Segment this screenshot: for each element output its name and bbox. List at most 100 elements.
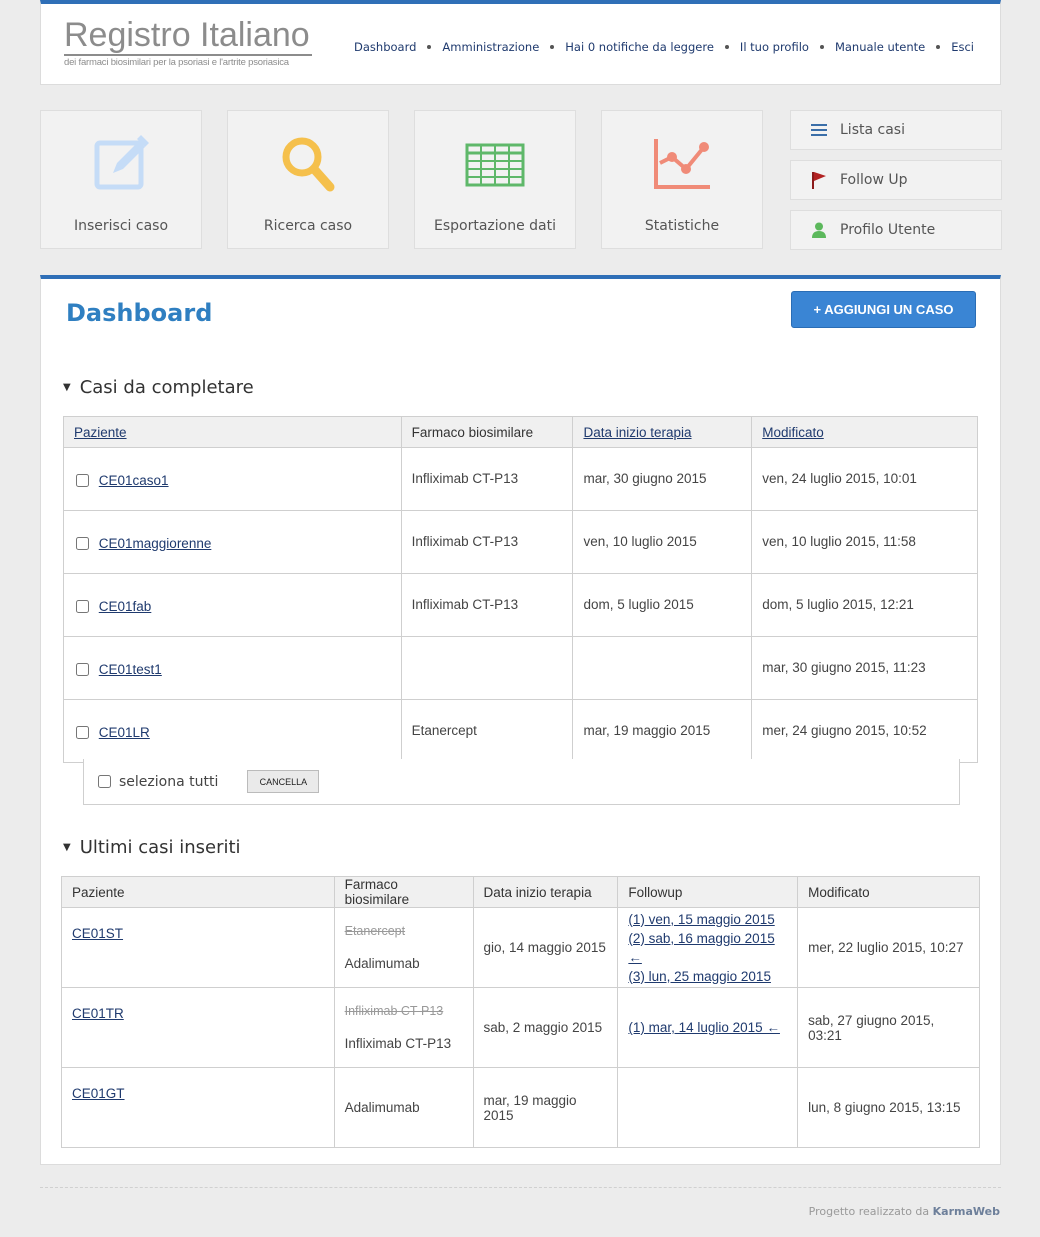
drug-cell: Etanercept [400,699,574,763]
lista-casi-button[interactable]: Lista casi [790,110,1002,150]
lista-casi-label: Lista casi [840,122,905,138]
patient-cell: CE01test1 [63,636,402,700]
patient-link[interactable]: CE01TR [72,1006,124,1021]
followup-link[interactable]: (3) lun, 25 maggio 2015 [628,967,787,986]
tile-label: Statistiche [644,218,720,234]
start-date-cell: gio, 14 maggio 2015 [472,907,619,988]
followup-link[interactable]: (2) sab, 16 maggio 2015 ← [628,929,787,967]
tile-esportazione-dati[interactable]: Esportazione dati [414,110,576,249]
patient-link[interactable]: CE01LR [99,725,150,740]
column-header-followup: Followup [617,876,799,908]
nav-separator [550,45,555,49]
select-all-checkbox[interactable] [98,775,111,788]
previous-drug: Etanercept [344,924,406,938]
start-date-cell: ven, 10 luglio 2015 [572,510,753,574]
cancel-button[interactable]: CANCELLA [247,770,320,793]
column-header-farmaco: Farmaco biosimilare [333,876,474,908]
start-date-cell: mar, 30 giugno 2015 [572,447,753,511]
patient-cell: CE01caso1 [63,447,402,511]
patient-link[interactable]: CE01GT [72,1086,125,1101]
followup-cell: (1) ven, 15 maggio 2015 (2) sab, 16 magg… [617,907,799,988]
nav-profilo[interactable]: Il tuo profilo [740,40,809,54]
user-icon [809,220,829,240]
follow-up-button[interactable]: Follow Up [790,160,1002,200]
previous-drug: Infliximab CT-P13 [344,1004,444,1018]
modified-cell: ven, 10 luglio 2015, 11:58 [751,510,978,574]
logo-subtitle: dei farmaci biosimilari per la psoriasi … [64,57,289,68]
patient-link[interactable]: CE01test1 [99,662,162,677]
drug-cell: Adalimumab [333,1067,474,1148]
table-row: CE01caso1 Infliximab CT-P13 mar, 30 giug… [63,447,978,511]
profilo-utente-label: Profilo Utente [840,222,936,238]
tile-label: Ricerca caso [263,218,353,234]
section-casi-da-completare[interactable]: ▼ Casi da completare [63,377,254,398]
patient-link[interactable]: CE01ST [72,926,123,941]
row-checkbox[interactable] [76,599,89,613]
modified-cell: mar, 30 giugno 2015, 11:23 [751,636,978,700]
drug-cell: Etanercept Adalimumab [333,907,474,988]
start-date-cell: mar, 19 maggio 2015 [572,699,753,763]
row-checkbox[interactable] [76,536,89,550]
current-drug: Infliximab CT-P13 [344,1036,452,1051]
column-header-data-inizio: Data inizio terapia [472,876,619,908]
column-header-data-inizio[interactable]: Data inizio terapia [572,416,753,448]
table-header-row: Paziente Farmaco biosimilare Data inizio… [61,876,980,908]
flag-icon [809,170,829,190]
modified-cell: ven, 24 luglio 2015, 10:01 [751,447,978,511]
patient-link[interactable]: CE01fab [99,599,152,614]
followup-link[interactable]: (1) mar, 14 luglio 2015 ← [628,1018,787,1037]
nav-separator [427,45,432,49]
modified-cell: dom, 5 luglio 2015, 12:21 [751,573,978,637]
table-row: CE01TR Infliximab CT-P13 Infliximab CT-P… [61,987,980,1068]
select-all-bar: seleziona tutti CANCELLA [83,759,960,805]
table-row: CE01fab Infliximab CT-P13 dom, 5 luglio … [63,573,978,637]
patient-cell: CE01fab [63,573,402,637]
start-date-cell: mar, 19 maggio 2015 [472,1067,619,1148]
row-checkbox[interactable] [76,725,89,739]
follow-up-label: Follow Up [840,172,908,188]
patient-cell: CE01LR [63,699,402,763]
start-date-cell: dom, 5 luglio 2015 [572,573,753,637]
spreadsheet-icon [415,133,575,195]
logo[interactable]: Registro Italiano dei farmaci biosimilar… [64,16,312,68]
row-checkbox[interactable] [76,473,89,487]
nav-manuale[interactable]: Manuale utente [835,40,925,54]
column-header-modificato[interactable]: Modificato [751,416,978,448]
drug-cell: Infliximab CT-P13 [400,510,574,574]
drug-cell [400,636,574,700]
line-chart-icon [602,133,762,195]
followup-link[interactable]: (1) ven, 15 maggio 2015 [628,910,787,929]
select-all-label: seleziona tutti [119,773,219,790]
header: Registro Italiano dei farmaci biosimilar… [40,0,1001,85]
tile-label: Inserisci caso [73,218,169,234]
row-checkbox[interactable] [76,662,89,676]
patient-cell: CE01GT [61,1067,335,1148]
drug-cell: Infliximab CT-P13 Infliximab CT-P13 [333,987,474,1068]
chevron-down-icon: ▼ [63,382,71,393]
nav-dashboard[interactable]: Dashboard [354,40,416,54]
column-header-modificato: Modificato [797,876,980,908]
nav-separator [936,45,941,49]
followup-cell: (1) mar, 14 luglio 2015 ← [617,987,799,1068]
patient-link[interactable]: CE01caso1 [99,473,169,488]
tile-statistiche[interactable]: Statistiche [601,110,763,249]
table-row: CE01GT Adalimumab mar, 19 maggio 2015 lu… [61,1067,980,1148]
patient-cell: CE01TR [61,987,335,1068]
nav-separator [724,45,729,49]
profilo-utente-button[interactable]: Profilo Utente [790,210,1002,250]
footer-divider [40,1187,1001,1188]
page-title: Dashboard [66,299,213,327]
patient-link[interactable]: CE01maggiorenne [99,536,212,551]
ultimi-casi-table: Paziente Farmaco biosimilare Data inizio… [61,876,980,1148]
nav-esci[interactable]: Esci [951,40,974,54]
tile-inserisci-caso[interactable]: Inserisci caso [40,110,202,249]
column-header-paziente: Paziente [61,876,335,908]
tile-ricerca-caso[interactable]: Ricerca caso [227,110,389,249]
nav-notifiche[interactable]: Hai 0 notifiche da leggere [565,40,714,54]
drug-cell: Infliximab CT-P13 [400,573,574,637]
column-header-paziente[interactable]: Paziente [63,416,402,448]
add-case-button[interactable]: + AGGIUNGI UN CASO [791,291,976,328]
section-ultimi-casi-inseriti[interactable]: ▼ Ultimi casi inseriti [63,837,241,858]
nav-amministrazione[interactable]: Amministrazione [442,40,539,54]
footer-brand-link[interactable]: KarmaWeb [933,1205,1000,1218]
